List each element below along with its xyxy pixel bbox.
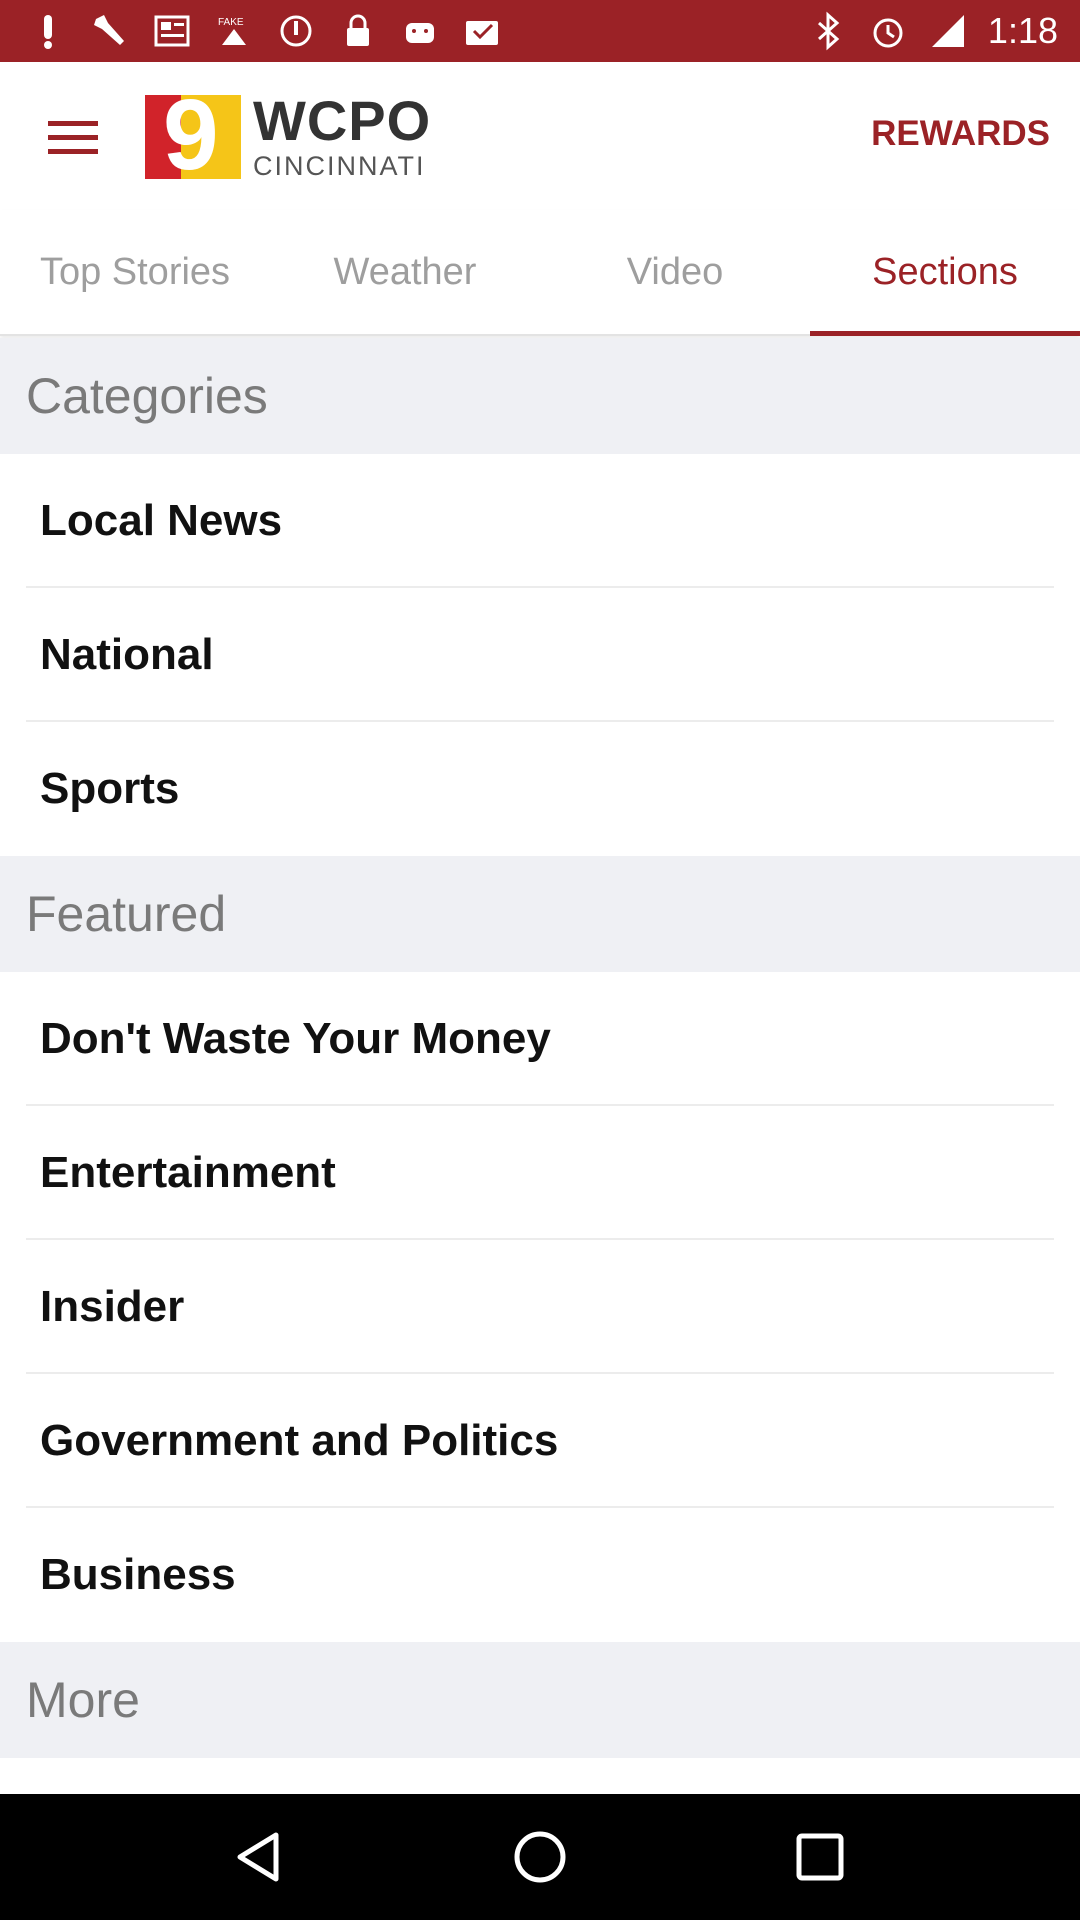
news-icon (152, 11, 192, 51)
status-bar: FAKE 1:18 (0, 0, 1080, 62)
list-item-national[interactable]: National (0, 588, 1080, 722)
list-item-entertainment[interactable]: Entertainment (0, 1106, 1080, 1240)
logo-city: CINCINNATI (253, 150, 426, 181)
wcpo-logo: 9 WCPO CINCINNATI (145, 88, 432, 181)
app-bar: 9 WCPO CINCINNATI REWARDS (0, 62, 1080, 210)
system-nav-bar (0, 1794, 1080, 1920)
tab-bar: Top Stories Weather Video Sections (0, 210, 1080, 336)
lock-icon (338, 11, 378, 51)
tab-top-stories[interactable]: Top Stories (0, 210, 270, 334)
logo-mark: 9 (145, 95, 241, 179)
status-notification-icons: FAKE (0, 11, 502, 51)
list-item-dont-waste-your-money[interactable]: Don't Waste Your Money (0, 972, 1080, 1106)
back-icon[interactable] (220, 1817, 300, 1897)
rewards-button[interactable]: REWARDS (871, 114, 1050, 154)
list-item-government-and-politics[interactable]: Government and Politics (0, 1374, 1080, 1508)
home-icon[interactable] (500, 1817, 580, 1897)
bluetooth-icon (808, 11, 848, 51)
tab-sections[interactable]: Sections (810, 210, 1080, 336)
section-header-featured: Featured (0, 856, 1080, 972)
list-item-insider[interactable]: Insider (0, 1240, 1080, 1374)
android-icon (400, 11, 440, 51)
section-header-categories: Categories (0, 338, 1080, 454)
clock: 1:18 (987, 10, 1058, 51)
tab-weather[interactable]: Weather (270, 210, 540, 334)
recents-icon[interactable] (780, 1817, 860, 1897)
alarm-icon (868, 11, 908, 51)
list-item-business[interactable]: Business (0, 1508, 1080, 1642)
blocked-icon (276, 11, 316, 51)
status-system-icons: 1:18 (808, 10, 1080, 52)
logo-number: 9 (163, 95, 219, 179)
notification-icon (28, 11, 68, 51)
hamburger-menu-icon[interactable] (40, 104, 106, 170)
list-item-partial[interactable] (0, 1758, 1080, 1794)
tab-video[interactable]: Video (540, 210, 810, 334)
svg-text:FAKE: FAKE (218, 17, 244, 28)
section-header-more: More (0, 1642, 1080, 1758)
signal-icon (928, 11, 968, 51)
checklist-icon (462, 11, 502, 51)
list-item-local-news[interactable]: Local News (0, 454, 1080, 588)
logo-name: WCPO (253, 88, 432, 152)
list-item-sports[interactable]: Sports (0, 722, 1080, 856)
fake-gps-icon: FAKE (214, 11, 254, 51)
wrench-icon (90, 11, 130, 51)
sections-list[interactable]: Categories Local News National Sports Fe… (0, 338, 1080, 1794)
